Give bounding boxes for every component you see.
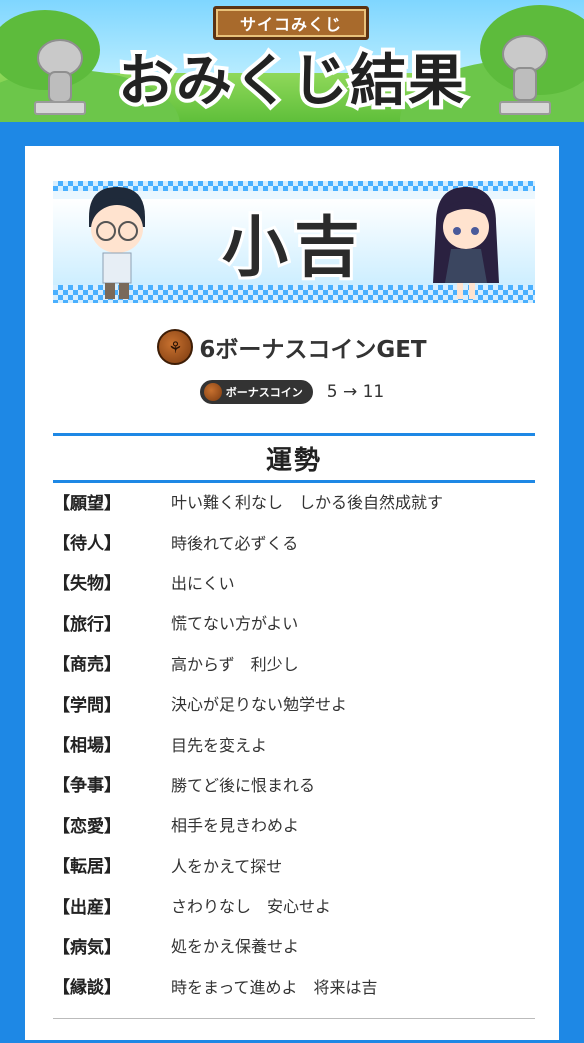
coin-status: ボーナスコイン 5 → 11 (25, 380, 559, 404)
list-item: 【旅行】 慌てない方がよい (53, 602, 535, 642)
fortune-category: 【恋愛】 (53, 816, 121, 837)
fortune-category: 【旅行】 (53, 614, 121, 635)
fortune-category: 【学問】 (53, 695, 121, 716)
bonus-coin-badge: ボーナスコイン (199, 380, 313, 404)
fortune-banner: 小吉 (53, 181, 535, 303)
page-title: おみくじ結果 (114, 45, 468, 118)
fortune-category: 【相場】 (53, 736, 121, 757)
mini-coin-icon (203, 383, 222, 401)
list-item: 【転居】 人をかえて探せ (53, 845, 535, 885)
fortune-text: 決心が足りない勉学せよ (171, 695, 348, 715)
list-item: 【出産】 さわりなし 安心せよ (53, 885, 535, 925)
fortune-category: 【転居】 (53, 857, 121, 878)
divider (53, 1018, 535, 1019)
fortune-category: 【商売】 (53, 655, 121, 676)
fortune-category: 【失物】 (53, 574, 121, 595)
fortune-text: 慌てない方がよい (171, 614, 299, 634)
bonus-text: 6ボーナスコインGET (199, 337, 427, 363)
coin-icon: ⚘ (157, 329, 194, 365)
list-item: 【商売】 高からず 利少し (53, 643, 535, 683)
fortune-result: 小吉 (219, 206, 366, 289)
fortune-text: 時後れて必ずくる (171, 533, 299, 553)
fortune-text: 叶い難く利なし しかる後自然成就す (171, 493, 444, 513)
fortune-text: 人をかえて探せ (171, 856, 283, 876)
fortune-category: 【待人】 (53, 534, 121, 555)
fortune-text: 出にくい (171, 573, 235, 593)
fortune-text: 相手を見きわめよ (171, 816, 300, 836)
list-item: 【縁談】 時をまって進めよ 将来は吉 (53, 966, 535, 1006)
section-title: 運勢 (53, 433, 535, 483)
list-item: 【恋愛】 相手を見きわめよ (53, 804, 535, 844)
fortune-text: さわりなし 安心せよ (171, 897, 332, 917)
fortune-text: 処をかえ保養せよ (171, 937, 300, 957)
fortune-category: 【争事】 (53, 776, 121, 797)
page-header: サイコみくじ おみくじ結果 (0, 0, 584, 122)
list-item: 【待人】 時後れて必ずくる (53, 521, 535, 561)
list-item: 【相場】 目先を変えよ (53, 723, 535, 763)
fortune-category: 【縁談】 (53, 978, 121, 999)
list-item: 【争事】 勝てど後に恨まれる (53, 764, 535, 804)
bonus-line: ⚘ 6ボーナスコインGET (25, 329, 559, 365)
fortune-category: 【病気】 (53, 937, 121, 958)
list-item: 【病気】 処をかえ保養せよ (53, 925, 535, 965)
fortune-category: 【出産】 (53, 897, 121, 918)
list-item: 【願望】 叶い難く利なし しかる後自然成就す (53, 481, 535, 521)
fortune-text: 目先を変えよ (171, 735, 268, 755)
bonus-coin-label: ボーナスコイン (225, 386, 303, 399)
fortune-text: 時をまって進めよ 将来は吉 (171, 977, 378, 997)
fortune-text: 高からず 利少し (171, 654, 299, 674)
list-item: 【失物】 出にくい (53, 562, 535, 602)
fortune-category: 【願望】 (53, 493, 121, 514)
list-item: 【学問】 決心が足りない勉学せよ (53, 683, 535, 723)
fortune-text: 勝てど後に恨まれる (171, 775, 316, 795)
fortune-list: 【願望】 叶い難く利なし しかる後自然成就す【待人】 時後れて必ずくる【失物】 出にく… (53, 481, 535, 1006)
result-card: 小吉 ⚘ 6ボーナスコインGET ボーナスコイン 5 → 11 運勢 【願望】 叶… (22, 143, 562, 1043)
coin-change: 5 → 11 (326, 382, 385, 402)
header-sign: サイコみくじ (213, 6, 369, 40)
